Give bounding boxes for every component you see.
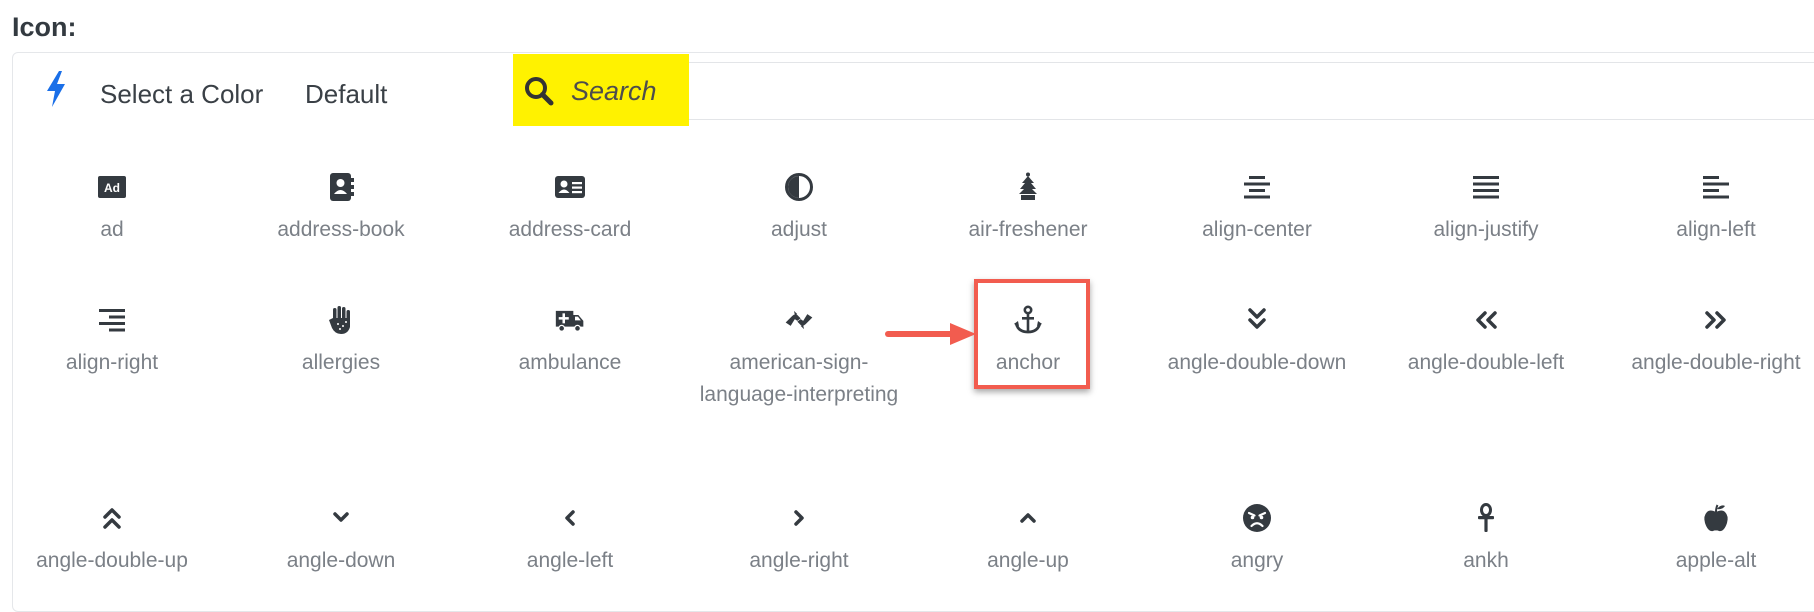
icon-option-angle-double-down[interactable]: angle-double-down bbox=[1142, 305, 1372, 379]
angle-double-up-icon bbox=[103, 508, 121, 529]
angle-right-icon bbox=[794, 510, 804, 526]
align-right-icon bbox=[99, 309, 125, 332]
icon-option-label: angle-double-up bbox=[36, 549, 188, 572]
icon-option-label: address-card bbox=[508, 218, 632, 241]
picker-toolbar: Select a Color Default bbox=[13, 53, 1814, 126]
icon-option-label: align-justify bbox=[1433, 218, 1539, 241]
icon-option-align-center[interactable]: align-center bbox=[1142, 172, 1372, 246]
icon-option-align-left[interactable]: align-left bbox=[1601, 172, 1814, 246]
icon-option-label: align-left bbox=[1676, 218, 1756, 241]
icon-option-label: adjust bbox=[770, 218, 828, 241]
icon-option-label: air-freshener bbox=[968, 218, 1088, 241]
ankh-icon bbox=[1478, 503, 1494, 532]
icon-option-address-book[interactable]: address-book bbox=[226, 172, 456, 246]
icon-option-label: align-center bbox=[1202, 218, 1312, 241]
allergies-icon bbox=[329, 306, 350, 334]
icon-option-label: angle-double-right bbox=[1631, 351, 1801, 374]
angle-up-icon bbox=[1020, 513, 1036, 523]
align-justify-icon bbox=[1473, 176, 1499, 199]
icon-option-label: american-sign-language-interpreting bbox=[699, 351, 899, 406]
icon-option-label: angry bbox=[1230, 549, 1284, 572]
icon-option-label: ankh bbox=[1463, 549, 1509, 572]
icon-option-angle-double-left[interactable]: angle-double-left bbox=[1371, 305, 1601, 379]
air-freshener-icon bbox=[1019, 172, 1037, 200]
align-center-icon bbox=[1244, 176, 1270, 199]
icon-option-air-freshener[interactable]: air-freshener bbox=[913, 172, 1143, 246]
icon-option-label: allergies bbox=[301, 351, 381, 374]
icon-option-align-justify[interactable]: align-justify bbox=[1371, 172, 1601, 246]
svg-text:Ad: Ad bbox=[104, 181, 120, 195]
icon-option-label: align-right bbox=[65, 351, 159, 374]
icon-option-angle-right[interactable]: angle-right bbox=[684, 503, 914, 577]
icon-option-label: angle-double-down bbox=[1167, 351, 1347, 374]
icon-option-ambulance[interactable]: ambulance bbox=[455, 305, 685, 379]
icon-option-label: angle-left bbox=[526, 549, 614, 572]
adjust-icon bbox=[785, 173, 813, 201]
icon-option-allergies[interactable]: allergies bbox=[226, 305, 456, 379]
icon-option-label: angle-up bbox=[987, 549, 1069, 572]
default-button[interactable]: Default bbox=[305, 79, 387, 110]
search-bar bbox=[513, 54, 1814, 126]
apple-alt-icon bbox=[1704, 504, 1728, 532]
icon-option-label: angle-double-left bbox=[1407, 351, 1565, 374]
icon-option-label: apple-alt bbox=[1675, 549, 1757, 572]
select-color-button[interactable]: Select a Color bbox=[100, 79, 263, 110]
ambulance-icon bbox=[555, 310, 584, 332]
address-card-icon bbox=[555, 176, 585, 198]
search-icon bbox=[525, 77, 554, 106]
angle-double-down-icon bbox=[1248, 308, 1266, 329]
icon-option-angle-left[interactable]: angle-left bbox=[455, 503, 685, 577]
icon-option-ad[interactable]: Ad ad bbox=[0, 172, 227, 246]
bolt-icon[interactable] bbox=[43, 71, 69, 107]
icon-option-label: address-book bbox=[277, 218, 405, 241]
field-label: Icon: bbox=[12, 12, 77, 42]
icon-option-align-right[interactable]: align-right bbox=[0, 305, 227, 379]
address-book-icon bbox=[330, 173, 354, 201]
icon-option-angle-down[interactable]: angle-down bbox=[226, 503, 456, 577]
icon-option-angry[interactable]: angry bbox=[1142, 503, 1372, 577]
angle-down-icon bbox=[333, 512, 349, 522]
icon-option-angle-double-up[interactable]: angle-double-up bbox=[0, 503, 227, 577]
angle-left-icon bbox=[565, 510, 575, 526]
anchor-highlight-frame bbox=[974, 279, 1090, 389]
angry-icon bbox=[1243, 504, 1271, 532]
icon-option-address-card[interactable]: address-card bbox=[455, 172, 685, 246]
icon-option-label: angle-down bbox=[286, 549, 396, 572]
angle-double-right-icon bbox=[1705, 311, 1726, 329]
icon-option-label: ad bbox=[100, 218, 124, 241]
american-sign-language-interpreting-icon bbox=[785, 310, 813, 330]
annotation-arrow-icon bbox=[885, 323, 976, 345]
icon-option-american-sign-language-interpreting[interactable]: american-sign-language-interpreting bbox=[684, 305, 914, 411]
icon-option-apple-alt[interactable]: apple-alt bbox=[1601, 503, 1814, 577]
icon-option-label: ambulance bbox=[518, 351, 622, 374]
icon-option-angle-up[interactable]: angle-up bbox=[913, 503, 1143, 577]
icon-option-angle-double-right[interactable]: angle-double-right bbox=[1601, 305, 1814, 379]
ad-icon: Ad bbox=[98, 176, 126, 198]
align-left-icon bbox=[1703, 176, 1729, 199]
search-highlight bbox=[513, 54, 791, 126]
search-input[interactable] bbox=[571, 76, 791, 107]
icon-option-adjust[interactable]: adjust bbox=[684, 172, 914, 246]
icon-option-ankh[interactable]: ankh bbox=[1371, 503, 1601, 577]
angle-double-left-icon bbox=[1476, 311, 1497, 329]
icon-option-label: angle-right bbox=[749, 549, 849, 572]
